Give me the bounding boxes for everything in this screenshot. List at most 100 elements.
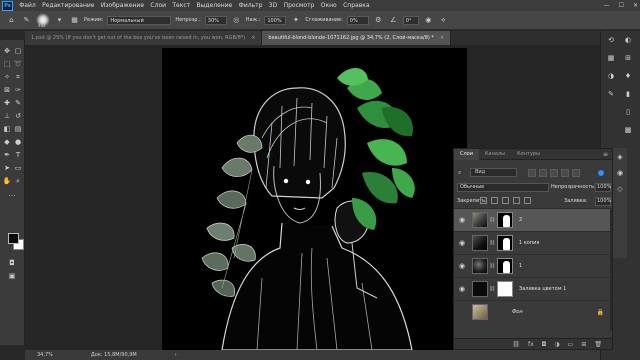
mode-select[interactable]: Нормальный <box>107 15 172 25</box>
angle-icon[interactable]: ∠ <box>388 15 399 26</box>
brush-tool-icon[interactable]: ✎ <box>13 98 23 108</box>
layer-name[interactable]: Заливка цветом 1 <box>519 286 566 292</box>
menu-select[interactable]: Выделение <box>193 2 235 9</box>
layer-name[interactable]: Фон <box>512 309 523 315</box>
menu-help[interactable]: Справка <box>340 2 373 9</box>
path-selection-tool-icon[interactable]: ➤ <box>2 163 12 173</box>
layer-row[interactable]: ◉ ⛓ 1 копия <box>454 231 612 254</box>
screen-mode-icon[interactable]: ▣ <box>7 271 17 281</box>
quick-mask-icon[interactable]: ◘ <box>7 258 17 268</box>
eyedropper-tool-icon[interactable]: ✑ <box>13 85 23 95</box>
layer-row[interactable]: ◉ ⛓ Заливка цветом 1 <box>454 277 612 300</box>
lock-transparency-icon[interactable] <box>480 197 487 204</box>
paths-icon[interactable]: ◇ <box>615 184 625 194</box>
properties-panel-icon[interactable]: ⊞ <box>623 53 633 63</box>
healing-tool-icon[interactable]: ✚ <box>2 98 12 108</box>
filter-type-icon[interactable] <box>550 169 558 177</box>
brush-panel-icon[interactable]: ▮ <box>623 89 633 99</box>
new-layer-icon[interactable]: ⊞ <box>581 341 586 348</box>
layer-opacity-field[interactable]: 100% <box>595 183 611 192</box>
tab-layers[interactable]: Слои <box>454 148 479 160</box>
visibility-eye-icon[interactable]: ◉ <box>457 239 467 247</box>
visibility-eye-icon[interactable]: ◉ <box>457 285 467 293</box>
filter-pixel-icon[interactable] <box>528 169 536 177</box>
menu-filter[interactable]: Фильтр <box>235 2 265 9</box>
move-tool-icon[interactable]: ✥ <box>2 46 12 56</box>
trash-icon[interactable]: 🗑 <box>594 341 602 348</box>
tab-document-2[interactable]: beautiful-blond-blonde-1071162.jpg @ 34,… <box>262 31 452 45</box>
lock-pixels-icon[interactable] <box>491 197 498 204</box>
blur-tool-icon[interactable]: ◆ <box>2 137 12 147</box>
chevron-down-icon[interactable]: ▾ <box>54 15 65 26</box>
filter-toggle[interactable] <box>598 170 604 176</box>
lock-artboard-icon[interactable] <box>513 197 520 204</box>
tab-channels[interactable]: Каналы <box>479 149 511 160</box>
panel-menu-icon[interactable]: ≡ <box>603 151 612 158</box>
history-panel-icon[interactable]: ⟲ <box>606 35 616 45</box>
stamp-tool-icon[interactable]: ⊥ <box>2 111 12 121</box>
eraser-tool-icon[interactable]: ◧ <box>2 124 12 134</box>
flow-field[interactable]: 100% <box>264 15 287 25</box>
add-mask-icon[interactable]: ◘ <box>542 341 547 348</box>
link-icon[interactable]: ⛓ <box>489 217 495 223</box>
filter-smart-object-icon[interactable] <box>572 169 580 177</box>
angle-field[interactable]: 0° <box>402 15 419 25</box>
styles-panel-icon[interactable]: ▩ <box>623 125 633 135</box>
gear-icon[interactable]: ⚙ <box>373 15 384 26</box>
ps-logo[interactable]: Ps <box>2 0 13 11</box>
visibility-eye-icon[interactable]: ◉ <box>457 216 467 224</box>
libraries-panel-icon[interactable]: ♦ <box>623 71 633 81</box>
lasso-tool-icon[interactable]: ➰ <box>13 59 23 69</box>
layer-row[interactable]: ◉ ⛓ 1 <box>454 254 612 277</box>
link-layers-icon[interactable]: ⛓ <box>512 341 520 348</box>
airbrush-icon[interactable]: ✦ <box>290 15 301 26</box>
layer-name[interactable]: 2 <box>519 217 522 223</box>
crop-tool-icon[interactable]: ⌗ <box>13 72 23 82</box>
link-icon[interactable]: ⛓ <box>489 286 495 292</box>
tab-paths[interactable]: Контуры <box>511 149 546 160</box>
type-tool-icon[interactable]: T <box>13 150 23 160</box>
channels-icon[interactable]: ◉ <box>615 168 625 178</box>
document-canvas[interactable] <box>162 48 467 350</box>
zoom-level[interactable]: 34,7% <box>37 352 53 358</box>
minimize-button[interactable]: — <box>604 2 610 9</box>
layer-row[interactable]: ◉ ⛓ 2 <box>454 208 612 231</box>
layer-row[interactable]: Фон 🔒 <box>454 300 612 323</box>
marquee-tool-icon[interactable]: ⬚ <box>2 59 12 69</box>
blend-mode-select[interactable]: Обычные <box>457 183 549 192</box>
visibility-eye-icon[interactable]: ◉ <box>457 262 467 270</box>
layer-name[interactable]: 1 <box>519 263 522 269</box>
adjustment-layer-icon[interactable]: ◑ <box>554 341 559 348</box>
filter-shape-icon[interactable] <box>561 169 569 177</box>
menu-edit[interactable]: Редактирование <box>39 2 98 9</box>
fx-icon[interactable]: fx <box>528 341 534 348</box>
close-icon[interactable]: × <box>440 35 444 41</box>
layer-name[interactable]: 1 копия <box>519 240 539 246</box>
layer-filter-select[interactable]: Вид <box>470 168 517 177</box>
tab-document-1[interactable]: 1.psd @ 25% (If you don't get out of the… <box>25 31 263 45</box>
brush-settings-icon[interactable]: ▦ <box>69 15 80 26</box>
fill-field[interactable]: 100% <box>595 197 611 206</box>
smoothing-field[interactable]: 0% <box>346 15 369 25</box>
layer-mask-thumbnail[interactable] <box>497 281 513 297</box>
home-icon[interactable]: ⌂ <box>6 15 17 26</box>
symmetry-icon[interactable]: ⟡ <box>438 15 449 26</box>
link-icon[interactable]: ⛓ <box>489 240 495 246</box>
zoom-tool-icon[interactable]: ⌕ <box>13 176 23 186</box>
menu-text[interactable]: Текст <box>169 2 193 9</box>
paths-panel-icon[interactable]: ✎ <box>606 89 616 99</box>
menu-window[interactable]: Окно <box>318 2 340 9</box>
brush-preset-picker[interactable]: 432 <box>36 13 50 28</box>
more-tools-icon[interactable]: … <box>7 189 17 199</box>
layer-mask-thumbnail[interactable] <box>497 212 513 228</box>
maximize-button[interactable]: ☐ <box>619 2 624 9</box>
opacity-field[interactable]: 30% <box>204 15 227 25</box>
frame-tool-icon[interactable]: ⊠ <box>2 85 12 95</box>
adjustments-panel-icon[interactable]: ◑ <box>606 71 616 81</box>
artboard-tool-icon[interactable]: ▢ <box>13 46 23 56</box>
menu-file[interactable]: Файл <box>16 2 39 9</box>
color-panel-icon[interactable]: ◐ <box>623 35 633 45</box>
dodge-tool-icon[interactable]: ● <box>13 137 23 147</box>
link-icon[interactable]: ⛓ <box>489 263 495 269</box>
layers-scrollbar[interactable] <box>610 209 612 331</box>
